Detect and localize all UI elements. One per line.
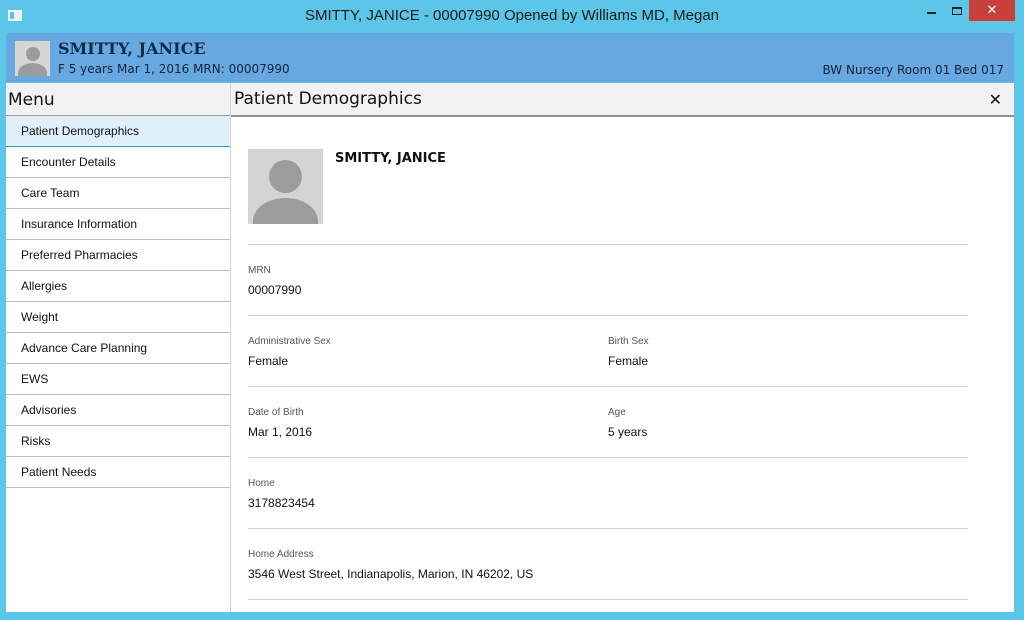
- mrn-label: MRN: [248, 265, 271, 276]
- banner-location: BW Nursery Room 01 Bed 017: [822, 63, 1004, 77]
- maximize-button[interactable]: [944, 0, 970, 21]
- window-title: SMITTY, JANICE - 00007990 Opened by Will…: [304, 7, 720, 24]
- home-address-label: Home Address: [248, 549, 314, 560]
- home-phone-row: Home 3178823454: [248, 458, 968, 529]
- date-of-birth-value: Mar 1, 2016: [248, 425, 313, 439]
- banner-patient-details: F 5 years Mar 1, 2016 MRN: 00007990: [58, 62, 290, 76]
- menu-item-weight[interactable]: Weight: [6, 302, 230, 333]
- birth-row: Date of Birth Mar 1, 2016 Age 5 years: [248, 387, 968, 458]
- close-icon: ✕: [986, 3, 998, 18]
- home-address-value: 3546 West Street, Indianapolis, Marion, …: [248, 567, 534, 581]
- banner-patient-name: SMITTY, JANICE: [58, 39, 206, 58]
- photo-body-icon: [253, 198, 318, 224]
- patient-photo: [248, 149, 323, 224]
- home-phone-label: Home: [248, 478, 275, 489]
- window-close-button[interactable]: ✕: [969, 0, 1015, 21]
- date-of-birth-label: Date of Birth: [248, 407, 304, 418]
- profile-section: SMITTY, JANICE: [248, 149, 968, 245]
- menu-item-advisories[interactable]: Advisories: [6, 395, 230, 426]
- menu-item-patient-needs[interactable]: Patient Needs: [6, 457, 230, 488]
- menu-panel: Menu Patient Demographics Encounter Deta…: [6, 83, 231, 612]
- menu-item-preferred-pharmacies[interactable]: Preferred Pharmacies: [6, 240, 230, 271]
- page-title: Patient Demographics: [234, 89, 422, 109]
- window-titlebar: SMITTY, JANICE - 00007990 Opened by Will…: [0, 0, 1024, 33]
- maximize-icon: [952, 6, 962, 15]
- sex-row: Administrative Sex Female Birth Sex Fema…: [248, 316, 968, 387]
- avatar-body-icon: [18, 63, 47, 76]
- minimize-button[interactable]: [918, 0, 944, 21]
- photo-head-icon: [269, 160, 302, 193]
- birth-sex-label: Birth Sex: [608, 336, 649, 347]
- mrn-value: 00007990: [248, 283, 302, 297]
- patient-avatar: [15, 41, 50, 76]
- patient-banner: SMITTY, JANICE F 5 years Mar 1, 2016 MRN…: [6, 33, 1014, 82]
- birth-sex-value: Female: [608, 354, 649, 368]
- home-address-row: Home Address 3546 West Street, Indianapo…: [248, 529, 968, 600]
- menu-item-risks[interactable]: Risks: [6, 426, 230, 457]
- administrative-sex-value: Female: [248, 354, 289, 368]
- avatar-head-icon: [26, 47, 40, 61]
- demographics-body: SMITTY, JANICE MRN 00007990 Administrati…: [248, 149, 968, 600]
- menu-item-encounter-details[interactable]: Encounter Details: [6, 147, 230, 178]
- mrn-row: MRN 00007990: [248, 245, 968, 316]
- menu-item-patient-demographics[interactable]: Patient Demographics: [6, 116, 230, 147]
- menu-item-ews[interactable]: EWS: [6, 364, 230, 395]
- home-phone-value: 3178823454: [248, 496, 315, 510]
- menu-item-care-team[interactable]: Care Team: [6, 178, 230, 209]
- age-value: 5 years: [608, 425, 648, 439]
- panel-close-button[interactable]: ✕: [989, 90, 1002, 109]
- patient-name: SMITTY, JANICE: [335, 151, 446, 166]
- age-label: Age: [608, 407, 626, 418]
- menu-item-allergies[interactable]: Allergies: [6, 271, 230, 302]
- content-header: Patient Demographics ✕: [231, 83, 1014, 117]
- menu-item-insurance-information[interactable]: Insurance Information: [6, 209, 230, 240]
- administrative-sex-label: Administrative Sex: [248, 336, 331, 347]
- minimize-icon: [926, 11, 936, 14]
- menu-title: Menu: [6, 83, 230, 116]
- content-panel: Patient Demographics ✕ SMITTY, JANICE MR…: [231, 83, 1014, 612]
- menu-item-advance-care-planning[interactable]: Advance Care Planning: [6, 333, 230, 364]
